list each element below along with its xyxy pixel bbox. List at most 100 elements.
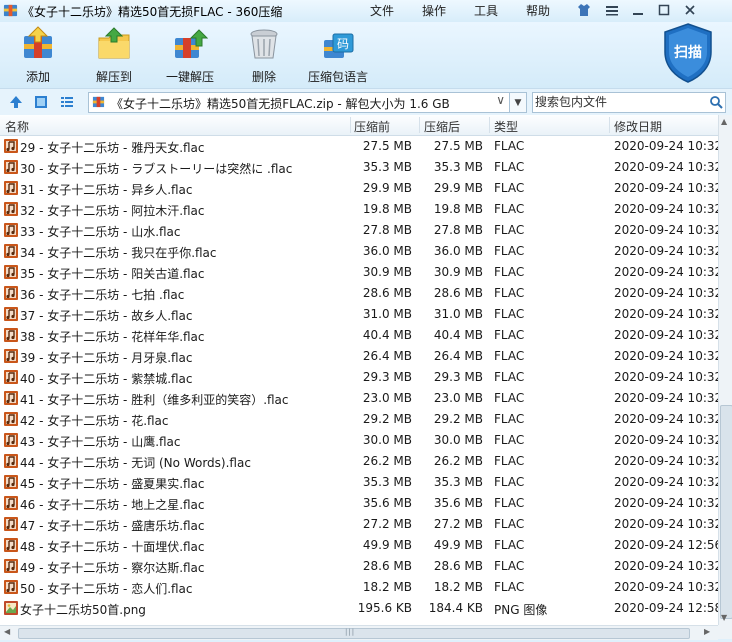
table-row[interactable]: 49 - 女子十二乐坊 - 察尔达斯.flac 28.6 MB 28.6 MB FLA… bbox=[0, 556, 718, 577]
table-row[interactable]: 40 - 女子十二乐坊 - 紫禁城.flac 29.3 MB 29.3 MB FLAC… bbox=[0, 367, 718, 388]
file-name-cell: 47 - 女子十二乐坊 - 盛唐乐坊.flac bbox=[20, 519, 205, 533]
table-row[interactable]: 32 - 女子十二乐坊 - 阿拉木汗.flac 19.8 MB 19.8 MB FLA… bbox=[0, 199, 718, 220]
column-date[interactable]: 修改日期 bbox=[614, 118, 662, 135]
app-window: 《女子十二乐坊》精选50首无损FLAC - 360压缩 文件 操作 工具 帮助 bbox=[0, 0, 732, 642]
scroll-down-icon[interactable]: ▼ bbox=[721, 613, 727, 622]
table-row[interactable]: 42 - 女子十二乐坊 - 花.flac 29.2 MB 29.2 MB FLAC 20… bbox=[0, 409, 718, 430]
table-row[interactable]: 45 - 女子十二乐坊 - 盛夏果实.flac 35.3 MB 35.3 MB FLA… bbox=[0, 472, 718, 493]
table-row[interactable]: 46 - 女子十二乐坊 - 地上之星.flac 35.6 MB 35.6 MB FLA… bbox=[0, 493, 718, 514]
modified-date-cell: 2020-09-24 10:32 bbox=[614, 370, 718, 384]
quick-extract-icon bbox=[175, 29, 208, 58]
add-label: 添加 bbox=[25, 70, 50, 84]
path-field[interactable]: 《女子十二乐坊》精选50首无损FLAC.zip - 解包大小为 1.6 GB ∨ bbox=[88, 92, 510, 113]
column-type[interactable]: 类型 bbox=[494, 118, 518, 135]
archive-language-button[interactable]: 码 压缩包语言 bbox=[306, 26, 370, 85]
table-row[interactable]: 39 - 女子十二乐坊 - 月牙泉.flac 26.4 MB 26.4 MB FLAC… bbox=[0, 346, 718, 367]
column-header: 名称 压缩前 压缩后 类型 修改日期 bbox=[0, 115, 718, 136]
delete-button[interactable]: 删除 bbox=[232, 26, 296, 85]
table-row[interactable]: 47 - 女子十二乐坊 - 盛唐乐坊.flac 27.2 MB 27.2 MB FLA… bbox=[0, 514, 718, 535]
table-row[interactable]: 37 - 女子十二乐坊 - 故乡人.flac 31.0 MB 31.0 MB FLAC… bbox=[0, 304, 718, 325]
flac-file-icon bbox=[3, 579, 19, 595]
minimize-icon[interactable] bbox=[626, 0, 650, 20]
table-row[interactable]: 44 - 女子十二乐坊 - 无词 (No Words).flac 26.2 MB 2… bbox=[0, 451, 718, 472]
scroll-up-icon[interactable]: ▲ bbox=[721, 117, 727, 126]
modified-date-cell: 2020-09-24 10:32 bbox=[614, 475, 718, 489]
table-row[interactable]: 31 - 女子十二乐坊 - 异乡人.flac 29.9 MB 29.9 MB FLAC… bbox=[0, 178, 718, 199]
modified-date-cell: 2020-09-24 10:32 bbox=[614, 181, 718, 195]
menu-help[interactable]: 帮助 bbox=[526, 2, 550, 19]
scroll-right-icon[interactable]: ▶ bbox=[704, 627, 710, 636]
original-size-cell: 36.0 MB bbox=[362, 244, 412, 258]
original-size-cell: 27.2 MB bbox=[362, 517, 412, 531]
column-size[interactable]: 压缩前 bbox=[354, 118, 390, 135]
file-name-cell: 36 - 女子十二乐坊 - 七拍 .flac bbox=[20, 288, 185, 302]
file-name-cell: 32 - 女子十二乐坊 - 阿拉木汗.flac bbox=[20, 204, 205, 218]
packed-size-cell: 184.4 KB bbox=[428, 601, 483, 615]
table-row[interactable]: 48 - 女子十二乐坊 - 十面埋伏.flac 49.9 MB 49.9 MB FLA… bbox=[0, 535, 718, 556]
modified-date-cell: 2020-09-24 10:32 bbox=[614, 160, 718, 174]
table-row[interactable]: 33 - 女子十二乐坊 - 山水.flac 27.8 MB 27.8 MB FLAC 2… bbox=[0, 220, 718, 241]
flac-file-icon bbox=[3, 432, 19, 448]
original-size-cell: 26.4 MB bbox=[362, 349, 412, 363]
flac-file-icon bbox=[3, 180, 19, 196]
table-row[interactable]: 35 - 女子十二乐坊 - 阳关古道.flac 30.9 MB 30.9 MB FLA… bbox=[0, 262, 718, 283]
scroll-grip-icon: ||| bbox=[345, 628, 356, 636]
path-dropdown-button[interactable]: ▼ bbox=[509, 92, 527, 113]
column-divider[interactable] bbox=[350, 117, 351, 133]
table-row[interactable]: 女子十二乐坊50首.png 195.6 KB 184.4 KB PNG 图像 2020-… bbox=[0, 598, 718, 619]
scroll-left-icon[interactable]: ◀ bbox=[4, 627, 10, 636]
file-name-cell: 44 - 女子十二乐坊 - 无词 (No Words).flac bbox=[20, 456, 251, 470]
close-icon[interactable] bbox=[678, 0, 702, 20]
vertical-scrollbar[interactable]: ▲ ▼ bbox=[718, 115, 732, 625]
table-row[interactable]: 29 - 女子十二乐坊 - 雅丹天女.flac 27.5 MB 27.5 MB FLA… bbox=[0, 136, 718, 157]
search-icon[interactable] bbox=[709, 95, 723, 109]
skin-icon[interactable] bbox=[572, 0, 596, 20]
up-arrow-icon[interactable] bbox=[8, 94, 24, 110]
path-history-chevron-icon[interactable]: ∨ bbox=[496, 93, 505, 107]
packed-size-cell: 26.2 MB bbox=[433, 454, 483, 468]
original-size-cell: 29.2 MB bbox=[362, 412, 412, 426]
flac-file-icon bbox=[3, 201, 19, 217]
search-input[interactable] bbox=[535, 94, 703, 110]
column-divider[interactable] bbox=[609, 117, 610, 133]
flac-file-icon bbox=[3, 453, 19, 469]
scan-button[interactable]: 扫描 bbox=[662, 22, 714, 83]
table-row[interactable]: 38 - 女子十二乐坊 - 花样年华.flac 40.4 MB 40.4 MB FLA… bbox=[0, 325, 718, 346]
flac-file-icon bbox=[3, 327, 19, 343]
list-view-icon[interactable] bbox=[59, 94, 75, 110]
file-name-cell: 38 - 女子十二乐坊 - 花样年华.flac bbox=[20, 330, 205, 344]
column-name[interactable]: 名称 bbox=[5, 118, 29, 135]
packed-size-cell: 40.4 MB bbox=[433, 328, 483, 342]
table-row[interactable]: 30 - 女子十二乐坊 - ラブストーリーは突然に .flac 35.3 MB 35… bbox=[0, 157, 718, 178]
modified-date-cell: 2020-09-24 10:32 bbox=[614, 433, 718, 447]
horizontal-scrollbar[interactable]: ◀ ||| ▶ bbox=[0, 625, 718, 640]
quick-extract-button[interactable]: 一键解压 bbox=[158, 26, 222, 85]
column-divider[interactable] bbox=[419, 117, 420, 133]
file-type-cell: FLAC bbox=[494, 454, 525, 468]
original-size-cell: 31.0 MB bbox=[362, 307, 412, 321]
original-size-cell: 35.3 MB bbox=[362, 160, 412, 174]
maximize-icon[interactable] bbox=[652, 0, 676, 20]
table-row[interactable]: 41 - 女子十二乐坊 - 胜利（维多利亚的笑容）.flac 23.0 MB 23.… bbox=[0, 388, 718, 409]
menu-tools[interactable]: 工具 bbox=[474, 2, 498, 19]
search-box[interactable] bbox=[532, 92, 726, 113]
modified-date-cell: 2020-09-24 10:32 bbox=[614, 265, 718, 279]
vertical-scroll-thumb[interactable] bbox=[720, 405, 732, 619]
add-button[interactable]: 添加 bbox=[6, 26, 70, 85]
column-divider[interactable] bbox=[489, 117, 490, 133]
table-row[interactable]: 34 - 女子十二乐坊 - 我只在乎你.flac 36.0 MB 36.0 MB FL… bbox=[0, 241, 718, 262]
packed-size-cell: 19.8 MB bbox=[433, 202, 483, 216]
table-row[interactable]: 50 - 女子十二乐坊 - 恋人们.flac 18.2 MB 18.2 MB FLAC… bbox=[0, 577, 718, 598]
column-packed[interactable]: 压缩后 bbox=[424, 118, 460, 135]
menu-icon[interactable] bbox=[600, 0, 624, 20]
menu-operation[interactable]: 操作 bbox=[422, 2, 446, 19]
table-row[interactable]: 36 - 女子十二乐坊 - 七拍 .flac 28.6 MB 28.6 MB FLAC… bbox=[0, 283, 718, 304]
extract-to-button[interactable]: 解压到 bbox=[82, 26, 146, 85]
large-icon-view-icon[interactable] bbox=[33, 94, 49, 110]
menu-file[interactable]: 文件 bbox=[370, 2, 394, 19]
file-type-cell: FLAC bbox=[494, 223, 525, 237]
file-type-cell: FLAC bbox=[494, 349, 525, 363]
table-row[interactable]: 43 - 女子十二乐坊 - 山鹰.flac 30.0 MB 30.0 MB FLAC 2… bbox=[0, 430, 718, 451]
archive-path-text: 《女子十二乐坊》精选50首无损FLAC.zip - 解包大小为 1.6 GB bbox=[111, 97, 450, 111]
packed-size-cell: 29.3 MB bbox=[433, 370, 483, 384]
